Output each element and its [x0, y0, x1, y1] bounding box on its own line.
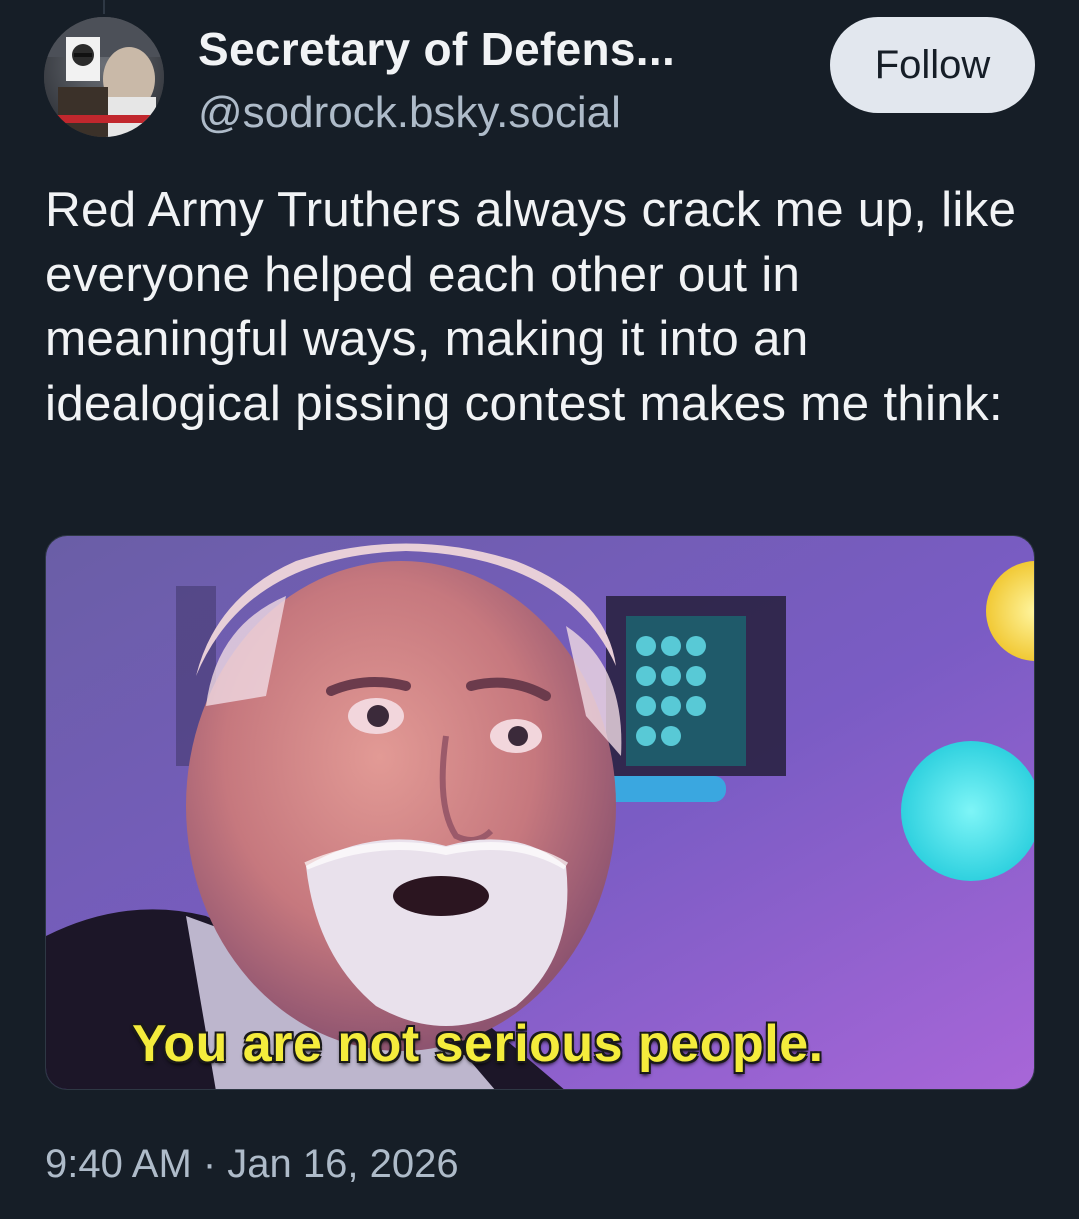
post-image[interactable]: You are not serious people.	[45, 535, 1035, 1090]
author-handle[interactable]: @sodrock.bsky.social	[198, 88, 621, 138]
meme-caption: You are not serious people.	[132, 1015, 824, 1073]
author-avatar[interactable]	[44, 17, 164, 137]
meme-image	[46, 536, 1034, 1089]
follow-button[interactable]: Follow	[830, 17, 1035, 113]
author-display-name[interactable]: Secretary of Defens...	[198, 22, 675, 76]
avatar-image	[44, 17, 164, 137]
post-text: Red Army Truthers always crack me up, li…	[45, 182, 1017, 431]
thread-line	[103, 0, 105, 14]
post-timestamp[interactable]: 9:40 AM · Jan 16, 2026	[45, 1142, 459, 1187]
